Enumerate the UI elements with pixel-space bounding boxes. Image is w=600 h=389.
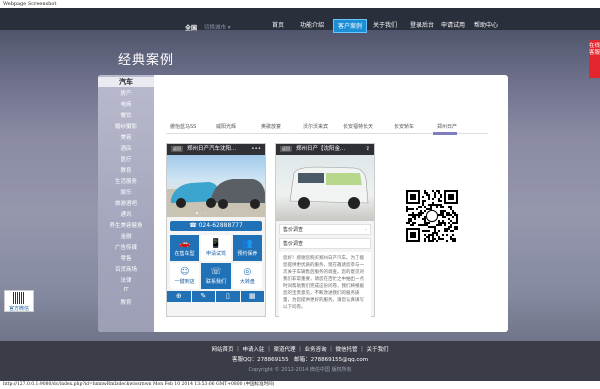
footer-link[interactable]: 渠道代理 (273, 347, 295, 353)
back-button[interactable]: 返回 (171, 146, 183, 152)
survey-text: 您好！感谢您购买郑州日产汽车。为了能您提供更优质的服务，现在邀请您参与一次关于车… (279, 252, 371, 330)
add-icon[interactable]: ⊕ (167, 291, 192, 302)
menu-contact[interactable]: ☏ 联系我们 (201, 263, 231, 289)
footer-contact: 客服QQ：278869155 邮箱：278869155@qq.com (231, 357, 369, 363)
menu-maintenance[interactable]: 👥 预约保养 (232, 235, 262, 261)
qr-thumb-icon (13, 292, 25, 304)
footer-links: 网站首页 ｜ 申请入驻 ｜ 渠道代理 ｜ 业务咨询 ｜ 微信托管 ｜ 关于我们 (211, 347, 389, 353)
active-tab-indicator (433, 132, 457, 135)
phone-icon: 📱 (210, 239, 222, 249)
city-label: 全国 (185, 25, 198, 32)
footer-link[interactable]: 关于我们 (367, 347, 389, 353)
footer-link[interactable]: 业务咨询 (305, 347, 327, 353)
van-illustration-icon (289, 166, 369, 209)
menu-wheel[interactable]: ◎ 大转盘 (232, 263, 262, 289)
phone1-menu-grid: 🚗 在售车型 📱 申请试驾 👥 预约保养 ☺ 一键到店 ☏ 联系我们 ◎ 大转盘 (167, 235, 265, 289)
wheel-icon: ◎ (243, 267, 252, 277)
case-tab[interactable]: 傲怡蓝马SS (170, 123, 196, 130)
sidebar-item-auto[interactable]: 汽车 (98, 77, 154, 87)
case-tab[interactable]: 奥歌放宴 (261, 123, 281, 130)
phone-icon[interactable]: ▯ (216, 291, 241, 302)
case-tab[interactable]: 长安轿车 (394, 123, 414, 130)
nav-features[interactable]: 功能介绍 (296, 19, 328, 33)
windows-icon[interactable]: ▦ (240, 291, 265, 302)
sidebar-item[interactable]: 酒店 (98, 144, 154, 152)
nav-about[interactable]: 关于我们 (369, 19, 401, 33)
phone1-header: 返回 郑州日产汽车沈阳... ••• (167, 144, 265, 155)
nav-trial[interactable]: 申请试用 (437, 19, 469, 33)
nav-help[interactable]: 帮助中心 (470, 19, 502, 33)
sidebar-item[interactable]: 医疗 (98, 155, 154, 163)
sidebar-item[interactable]: 美容 (98, 133, 154, 141)
official-wechat-label: 官方微信 (8, 306, 29, 312)
browser-title: Webpage Screenshot (0, 0, 600, 8)
nav-home[interactable]: 首页 (268, 19, 288, 33)
sidebar-item[interactable]: 广告传媒 (98, 243, 154, 251)
footer-link[interactable]: 申请入驻 (242, 347, 264, 353)
sidebar-item[interactable]: 教育 (98, 166, 154, 174)
phone1-toolbar: ⊕ ✎ ▯ ▦ (167, 291, 265, 302)
sidebar-item[interactable]: 娱乐 (98, 188, 154, 196)
sidebar-item[interactable]: 法律 (98, 276, 154, 284)
city-switch-link[interactable]: 切换城市 ▾ (204, 23, 231, 31)
more-icon[interactable]: ••• (251, 144, 261, 155)
qr-code (406, 190, 458, 242)
phone-preview-1: 返回 郑州日产汽车沈阳... ••• ☎ 024-62888777 🚗 在售车型 📱… (166, 143, 266, 317)
nav-cases[interactable]: 客户案例 (333, 19, 368, 33)
sidebar-item[interactable]: 教育 (98, 298, 154, 306)
car-photo (167, 155, 265, 217)
phone-preview-2: 返回 郑州日产【沈阳金... ⇪ 售价调查 › 售价调查 您好！感谢您购买郑州日产汽… (275, 143, 375, 330)
survey-row[interactable]: 售价调查 (279, 238, 371, 249)
sidebar-item[interactable]: 养生美容健身 (98, 221, 154, 229)
case-tab-active[interactable]: 郑州日产 (437, 123, 457, 130)
sidebar-item[interactable]: 餐饮 (98, 111, 154, 119)
footer-link[interactable]: 微信托管 (336, 347, 358, 353)
call-icon: ☏ (210, 267, 222, 277)
survey-row[interactable]: 售价调查 › (279, 224, 371, 235)
footer-link[interactable]: 网站首页 (211, 347, 233, 353)
footer-copyright: Copyright © 2012-2014 微信中国 版权所有 (248, 367, 352, 373)
page-title: 经典案例 (118, 53, 175, 68)
case-tab[interactable]: 长安福特长天 (343, 123, 373, 130)
sidebar-item[interactable]: 零售 (98, 254, 154, 262)
qr-code-icon (406, 190, 458, 242)
chevron-right-icon: › (365, 227, 367, 233)
edit-icon[interactable]: ✎ (191, 291, 216, 302)
menu-models[interactable]: 🚗 在售车型 (170, 235, 200, 261)
sidebar-item[interactable]: 电商 (98, 100, 154, 108)
car-illustration-icon (167, 179, 265, 217)
industry-sidebar: 汽车 房产 电商 餐饮 婚纱摄影 美容 酒店 医疗 教育 生活服务 娱乐 旅游酒… (98, 75, 154, 332)
sidebar-item[interactable]: 生活服务 (98, 177, 154, 185)
phone-call-button[interactable]: ☎ 024-62888777 (170, 221, 262, 231)
car-photo (276, 155, 374, 221)
nav-login[interactable]: 登录后台 (406, 19, 438, 33)
case-panel: 汽车 房产 电商 餐饮 婚纱摄影 美容 酒店 医疗 教育 生活服务 娱乐 旅游酒… (98, 75, 508, 332)
sidebar-item[interactable]: 婚纱摄影 (98, 122, 154, 130)
sidebar-item[interactable]: 房产 (98, 89, 154, 97)
sidebar-item[interactable]: 百货商场 (98, 265, 154, 273)
car-icon: 🚗 (179, 239, 191, 249)
top-nav-bar: 全国 切换城市 ▾ 首页 功能介绍 客户案例 关于我们 登录后台 申请试用 帮助… (0, 8, 600, 33)
sidebar-item[interactable]: 通讯 (98, 210, 154, 218)
back-button[interactable]: 返回 (280, 146, 292, 152)
smile-icon: ☺ (179, 267, 190, 277)
sidebar-item[interactable]: IT (98, 287, 154, 293)
online-service-tab[interactable]: 在线客服 (589, 40, 600, 78)
browser-status-bar: http://127.0.0.1:9080/dc/index.php?id=hm… (0, 381, 600, 389)
menu-to-store[interactable]: ☺ 一键到店 (170, 263, 200, 289)
case-tab[interactable]: 威阳光辉 (216, 123, 236, 130)
phone2-header: 返回 郑州日产【沈阳金... ⇪ (276, 144, 374, 155)
sidebar-item[interactable]: 旅游酒吧 (98, 199, 154, 207)
case-tab[interactable]: 沃尔沃来宾 (303, 123, 328, 130)
sidebar-item[interactable]: 金融 (98, 232, 154, 240)
footer: 网站首页 ｜ 申请入驻 ｜ 渠道代理 ｜ 业务咨询 ｜ 微信托管 ｜ 关于我们 … (0, 341, 600, 381)
menu-test-drive[interactable]: 📱 申请试驾 (201, 235, 231, 261)
official-wechat-widget[interactable]: 官方微信 (4, 290, 34, 312)
users-icon: 👥 (241, 239, 253, 249)
share-icon[interactable]: ⇪ (365, 144, 370, 155)
